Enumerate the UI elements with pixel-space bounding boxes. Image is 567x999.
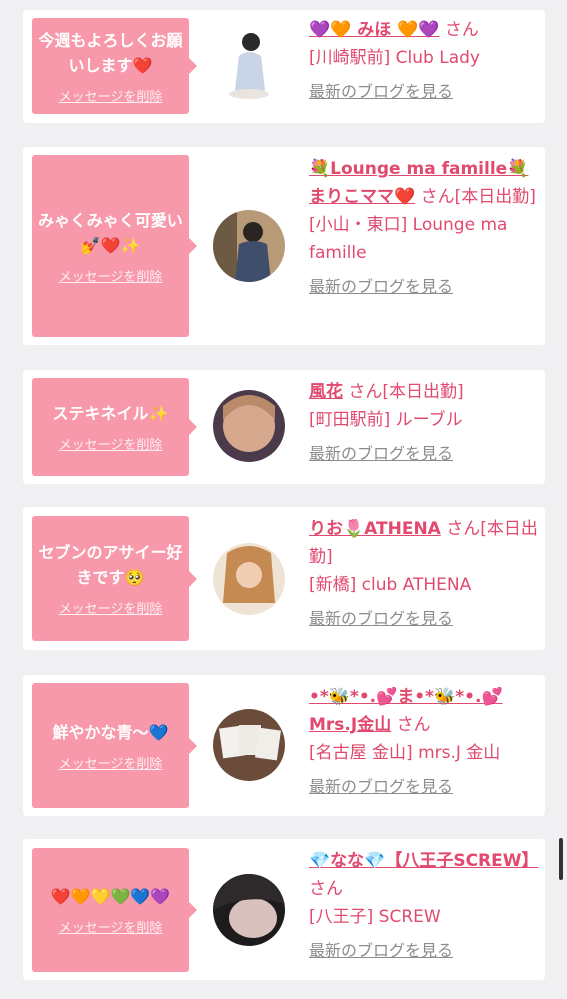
shop-name: [名古屋 金山] mrs.J 金山 xyxy=(309,743,501,763)
avatar[interactable] xyxy=(213,390,285,462)
cast-info: りお🌷ATHENA さん[本日出勤] [新橋] club ATHENA 最新のブ… xyxy=(309,515,541,633)
cast-suffix: さん[本日出勤] xyxy=(348,382,464,402)
message-text: 今週もよろしくお願いします❤️ xyxy=(38,30,183,75)
shop-name: [町田駅前] ルーブル xyxy=(309,410,463,430)
delete-message-link[interactable]: メッセージを削除 xyxy=(59,86,163,105)
avatar[interactable] xyxy=(213,28,285,100)
cast-suffix: さん xyxy=(396,715,431,735)
latest-blog-link[interactable]: 最新のブログを見る xyxy=(309,440,541,468)
cast-info: 💎なな💎【八王子SCREW】 さん [八王子] SCREW 最新のブログを見る xyxy=(309,847,541,965)
cast-info: 風花 さん[本日出勤] [町田駅前] ルーブル 最新のブログを見る xyxy=(309,378,541,468)
message-card: みゃくみゃく可愛い💅❤️✨ メッセージを削除 💐Lounge ma famill… xyxy=(23,147,545,345)
cast-suffix: さん xyxy=(309,879,343,899)
latest-blog-link[interactable]: 最新のブログを見る xyxy=(309,773,541,801)
message-bubble: 鮮やかな青〜💙 メッセージを削除 xyxy=(32,683,197,808)
message-text: セブンのアサイー好きです🥺 xyxy=(38,543,183,587)
avatar[interactable] xyxy=(213,874,285,946)
message-text: ❤️🧡💛💚💙💜 xyxy=(50,887,171,906)
shop-name: [小山・東口] Lounge ma famille xyxy=(309,215,508,263)
message-text: 鮮やかな青〜💙 xyxy=(52,722,169,742)
message-card: 今週もよろしくお願いします❤️ メッセージを削除 💜🧡 みほ 🧡💜 さん [川崎… xyxy=(23,10,545,123)
avatar[interactable] xyxy=(213,709,285,781)
message-card: 鮮やかな青〜💙 メッセージを削除 •*🐝*•.💕ま•*🐝*•.💕Mrs.J金山 … xyxy=(23,675,545,816)
latest-blog-link[interactable]: 最新のブログを見る xyxy=(309,273,541,301)
delete-message-link[interactable]: メッセージを削除 xyxy=(59,434,163,453)
avatar[interactable] xyxy=(213,210,285,282)
cast-name-link[interactable]: 💎なな💎【八王子SCREW】 xyxy=(309,851,539,871)
delete-message-link[interactable]: メッセージを削除 xyxy=(59,917,163,936)
message-card: ❤️🧡💛💚💙💜 メッセージを削除 💎なな💎【八王子SCREW】 さん [八王子]… xyxy=(23,839,545,980)
message-bubble: みゃくみゃく可愛い💅❤️✨ メッセージを削除 xyxy=(32,155,197,337)
cast-name-link[interactable]: りお🌷ATHENA xyxy=(309,519,441,539)
message-bubble: ❤️🧡💛💚💙💜 メッセージを削除 xyxy=(32,848,197,972)
message-text: ステキネイル✨ xyxy=(52,404,169,423)
shop-name: [新橋] club ATHENA xyxy=(309,575,472,595)
cast-info: 💜🧡 みほ 🧡💜 さん [川崎駅前] Club Lady 最新のブログを見る xyxy=(309,16,541,106)
avatar[interactable] xyxy=(213,543,285,615)
cast-suffix: さん xyxy=(444,20,479,40)
message-bubble: ステキネイル✨ メッセージを削除 xyxy=(32,378,197,476)
latest-blog-link[interactable]: 最新のブログを見る xyxy=(309,937,541,965)
cast-suffix: さん[本日出勤] xyxy=(420,187,536,207)
cast-name-link[interactable]: 風花 xyxy=(309,382,343,402)
latest-blog-link[interactable]: 最新のブログを見る xyxy=(309,605,541,633)
message-card: セブンのアサイー好きです🥺 メッセージを削除 りお🌷ATHENA さん[本日出勤… xyxy=(23,507,545,650)
delete-message-link[interactable]: メッセージを削除 xyxy=(59,753,163,772)
message-bubble: 今週もよろしくお願いします❤️ メッセージを削除 xyxy=(32,18,197,114)
message-bubble: セブンのアサイー好きです🥺 メッセージを削除 xyxy=(32,516,197,641)
cast-info: •*🐝*•.💕ま•*🐝*•.💕Mrs.J金山 さん [名古屋 金山] mrs.J… xyxy=(309,683,541,801)
message-text: みゃくみゃく可愛い💅❤️✨ xyxy=(38,210,183,255)
latest-blog-link[interactable]: 最新のブログを見る xyxy=(309,78,541,106)
cast-info: 💐Lounge ma famille💐まりこママ❤️ さん[本日出勤] [小山・… xyxy=(309,155,541,301)
message-card: ステキネイル✨ メッセージを削除 風花 さん[本日出勤] [町田駅前] ルーブル… xyxy=(23,370,545,484)
delete-message-link[interactable]: メッセージを削除 xyxy=(59,598,163,617)
scrollbar[interactable] xyxy=(559,838,563,880)
shop-name: [川崎駅前] Club Lady xyxy=(309,48,480,68)
shop-name: [八王子] SCREW xyxy=(309,907,441,927)
cast-name-link[interactable]: 💜🧡 みほ 🧡💜 xyxy=(309,20,440,40)
delete-message-link[interactable]: メッセージを削除 xyxy=(59,266,163,285)
